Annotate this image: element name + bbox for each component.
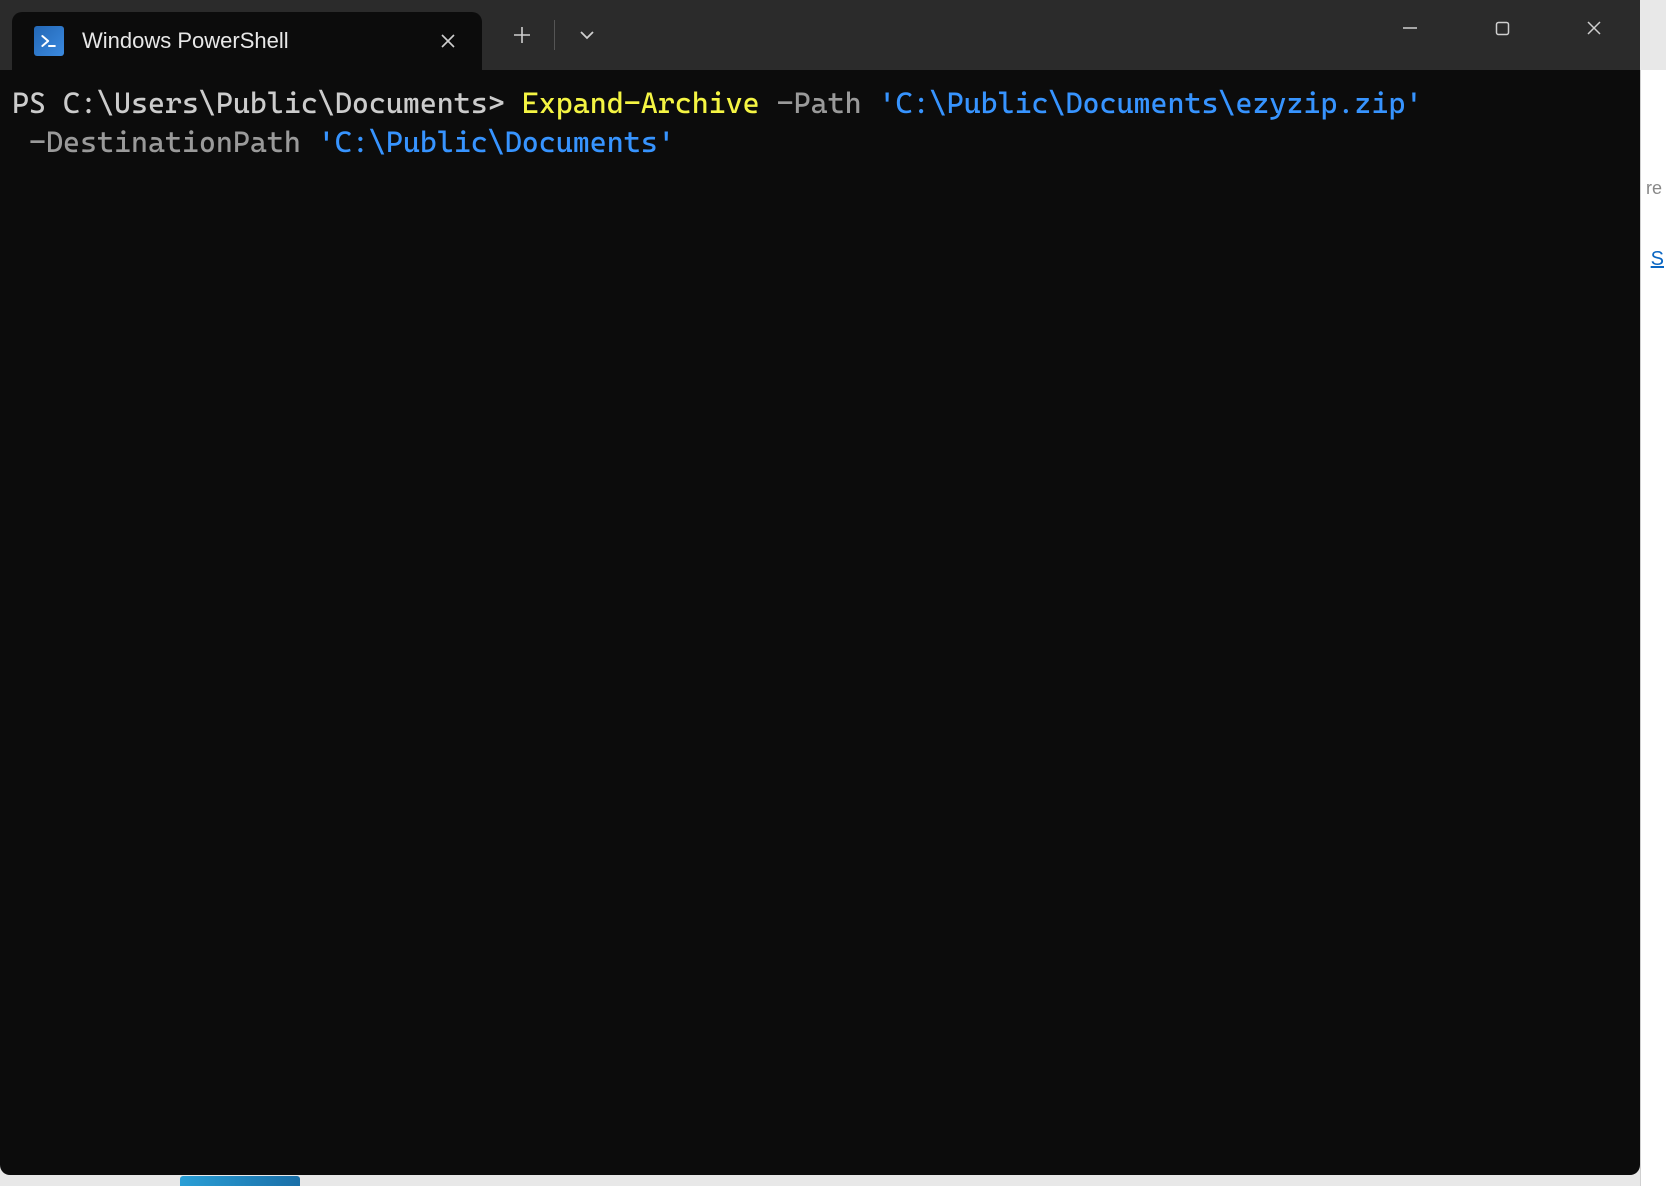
space [301, 125, 318, 159]
prompt-text: PS C:\Users\Public\Documents> [12, 86, 522, 120]
string-token: 'C:\Public\Documents\ezyzip.zip' [879, 86, 1423, 120]
titlebar[interactable]: Windows PowerShell [0, 0, 1640, 70]
tab-actions [482, 0, 615, 70]
new-tab-button[interactable] [494, 7, 550, 63]
close-window-button[interactable] [1548, 0, 1640, 56]
divider [554, 20, 555, 50]
maximize-button[interactable] [1456, 0, 1548, 56]
close-icon [1586, 20, 1602, 36]
powershell-icon [34, 26, 64, 56]
terminal-window: Windows PowerShell [0, 0, 1640, 1175]
background-link-fragment: S [1651, 248, 1664, 271]
string-token: 'C:\Public\Documents' [318, 125, 675, 159]
minimize-icon [1402, 20, 1418, 36]
cmdlet-token: Expand-Archive [522, 86, 760, 120]
taskbar-fragment [180, 1176, 300, 1186]
chevron-down-icon [578, 26, 596, 44]
tab-title: Windows PowerShell [82, 28, 416, 54]
minimize-button[interactable] [1364, 0, 1456, 56]
tab-powershell[interactable]: Windows PowerShell [12, 12, 482, 70]
space [760, 86, 777, 120]
close-icon [440, 33, 456, 49]
space [862, 86, 879, 120]
window-controls [1364, 0, 1640, 56]
tab-dropdown-button[interactable] [559, 7, 615, 63]
plus-icon [513, 26, 531, 44]
background-text-fragment: re [1646, 178, 1666, 199]
param-token: -DestinationPath [29, 125, 301, 159]
background-app-strip: re S [1640, 70, 1666, 1186]
close-tab-button[interactable] [434, 27, 462, 55]
terminal-body[interactable]: PS C:\Users\Public\Documents> Expand-Arc… [0, 70, 1640, 176]
param-token: -Path [777, 86, 862, 120]
space [12, 125, 29, 159]
maximize-icon [1495, 21, 1510, 36]
